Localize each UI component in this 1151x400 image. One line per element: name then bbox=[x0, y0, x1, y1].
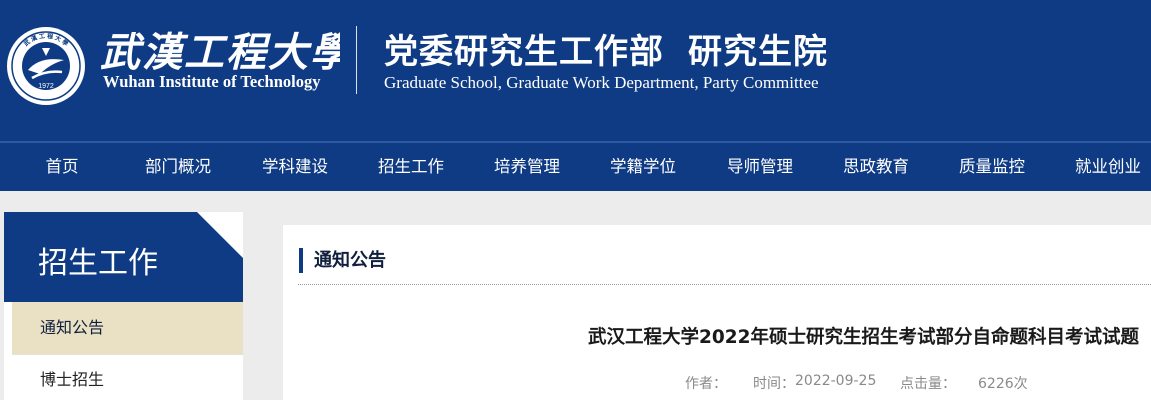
section-title: 通知公告 bbox=[314, 250, 386, 271]
school-name-en: Wuhan Institute of Technology bbox=[103, 72, 321, 91]
sidebar-item-notices[interactable]: 通知公告 bbox=[12, 302, 243, 354]
meta-time-label: 时间： bbox=[753, 376, 795, 392]
meta-time-value: 2022-09-25 bbox=[795, 373, 877, 389]
section-divider bbox=[298, 284, 1151, 285]
university-seal-logo[interactable]: 1972 武 漢 工 程 大 學 bbox=[6, 26, 86, 106]
meta-author-label: 作者： bbox=[685, 376, 727, 392]
sidebar-item-doctoral[interactable]: 博士招生 bbox=[12, 354, 243, 400]
nav-item-supervisors[interactable]: 导师管理 bbox=[702, 143, 818, 191]
sidebar-title: 招生工作 bbox=[38, 246, 158, 281]
header-divider bbox=[356, 26, 357, 94]
dept-title-secondary: 研究生院 bbox=[688, 32, 828, 72]
nav-item-disciplines[interactable]: 学科建设 bbox=[237, 143, 353, 191]
seal-year: 1972 bbox=[38, 83, 54, 90]
sidebar: 招生工作 通知公告 博士招生 bbox=[4, 212, 243, 400]
nav-item-employment[interactable]: 就业创业 bbox=[1050, 143, 1151, 191]
main-nav: 首页 部门概况 学科建设 招生工作 培养管理 学籍学位 导师管理 思政教育 质量… bbox=[0, 141, 1151, 191]
nav-item-about[interactable]: 部门概况 bbox=[120, 143, 236, 191]
nav-item-home[interactable]: 首页 bbox=[4, 143, 120, 191]
department-subtitle: Graduate School, Graduate Work Departmen… bbox=[384, 73, 819, 92]
dept-title-main: 党委研究生工作部 bbox=[384, 32, 664, 72]
article-title: 武汉工程大学2022年硕士研究生招生考试部分自命题科目考试试题 bbox=[588, 327, 1139, 348]
nav-item-ideology[interactable]: 思政教育 bbox=[818, 143, 934, 191]
meta-views-value: 6226次 bbox=[978, 376, 1028, 392]
site-header: 1972 武 漢 工 程 大 學 武漢工程大學 Wuhan Institute … bbox=[0, 0, 1151, 141]
main-content: 通知公告 武汉工程大学2022年硕士研究生招生考试部分自命题科目考试试题 作者：… bbox=[283, 225, 1151, 400]
section-accent-bar bbox=[299, 248, 303, 273]
nav-item-quality[interactable]: 质量监控 bbox=[934, 143, 1050, 191]
department-title[interactable]: 党委研究生工作部 研究生院 bbox=[384, 24, 828, 72]
nav-item-degrees[interactable]: 学籍学位 bbox=[585, 143, 701, 191]
meta-views-label: 点击量： bbox=[900, 376, 956, 392]
school-name-cn: 武漢工程大學 bbox=[100, 29, 340, 70]
nav-item-admissions[interactable]: 招生工作 bbox=[353, 143, 469, 191]
nav-item-training[interactable]: 培养管理 bbox=[469, 143, 585, 191]
